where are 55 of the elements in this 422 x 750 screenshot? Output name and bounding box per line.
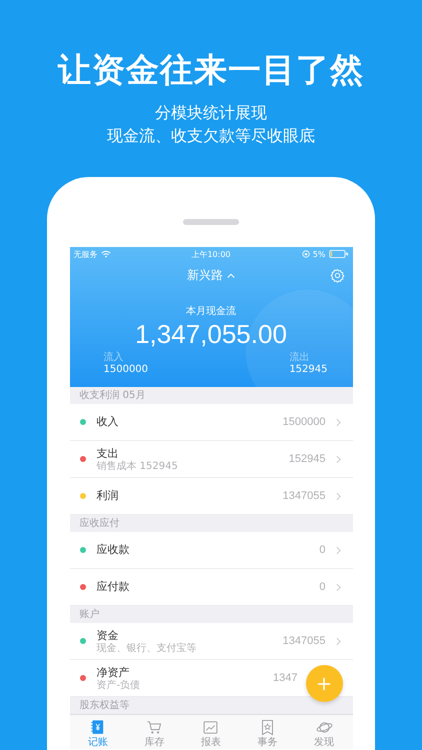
chart-icon [202, 718, 220, 736]
flow-label: 流入 [104, 352, 124, 363]
list-row[interactable]: 支出 销售成本 152945 152945 [70, 441, 352, 478]
row-title: 收入 [96, 415, 120, 429]
cashflow-caption: 本月现金流 [185, 304, 237, 318]
row-title: 利润 [96, 489, 120, 503]
row-subtitle: 资产-负债 [96, 680, 142, 690]
row-title: 应收款 [96, 543, 130, 557]
flow-label: 流出 [289, 352, 310, 363]
row-value: 0 [319, 581, 326, 593]
row-title: 净资产 [96, 666, 130, 680]
list-row[interactable]: 收入 1500000 [70, 404, 352, 441]
row-subtitle: 现金、银行、支付宝等 [96, 642, 198, 654]
flow-value: 152945 [289, 363, 328, 376]
wifi-icon [100, 250, 110, 258]
carrier-label: 无服务 [74, 248, 98, 260]
section-header: 账户 [78, 608, 100, 622]
row-value: 0 [319, 544, 326, 556]
row-value: 1347 [273, 672, 298, 684]
row-value: 1500000 [282, 416, 326, 428]
section-header: 应收应付 [78, 516, 120, 531]
chevron-right-icon [336, 454, 340, 464]
row-value: 152945 [288, 453, 326, 465]
chevron-right-icon [336, 636, 340, 646]
headline: 让资金往来一目了然 [58, 49, 364, 91]
cashflow-amount: 1,347,055.00 [134, 318, 288, 350]
battery-percent: 5% [312, 250, 326, 258]
row-title: 应付款 [96, 580, 130, 594]
plus-icon [317, 676, 331, 690]
row-value: 1347055 [282, 490, 326, 502]
section-header: 收支利润 05月 [78, 388, 146, 403]
row-subtitle: 销售成本 152945 [96, 460, 179, 472]
list-row[interactable]: 资金 现金、银行、支付宝等 1347055 [70, 623, 352, 660]
list-row[interactable]: 净资产 资产-负债 1347 [70, 660, 352, 697]
subtitle: 现金流、收支欠款等尽收眼底 [107, 125, 315, 147]
cart-icon [146, 718, 163, 736]
list-row[interactable]: 应收款 0 [70, 532, 352, 569]
row-title: 资金 [96, 628, 120, 642]
flow-value: 1500000 [104, 363, 148, 376]
chevron-right-icon [336, 418, 340, 426]
caret-up-icon [227, 272, 235, 278]
section-header: 股东权益等 [78, 698, 130, 713]
speaker-slot [183, 219, 239, 225]
battery-icon [328, 250, 348, 258]
chevron-right-icon [336, 492, 340, 500]
list-row[interactable]: 应付款 0 [70, 569, 352, 606]
row-title: 支出 [96, 446, 120, 460]
chevron-right-icon [336, 582, 340, 592]
settings-icon[interactable] [330, 268, 344, 283]
subtitle: 分模块统计展现 [155, 102, 267, 124]
row-value: 1347055 [282, 635, 326, 647]
chevron-right-icon [336, 546, 340, 554]
list-row[interactable]: 利润 1347055 [70, 478, 352, 515]
rotation-lock-icon [302, 250, 310, 258]
status-time: 上午10:00 [191, 248, 231, 260]
